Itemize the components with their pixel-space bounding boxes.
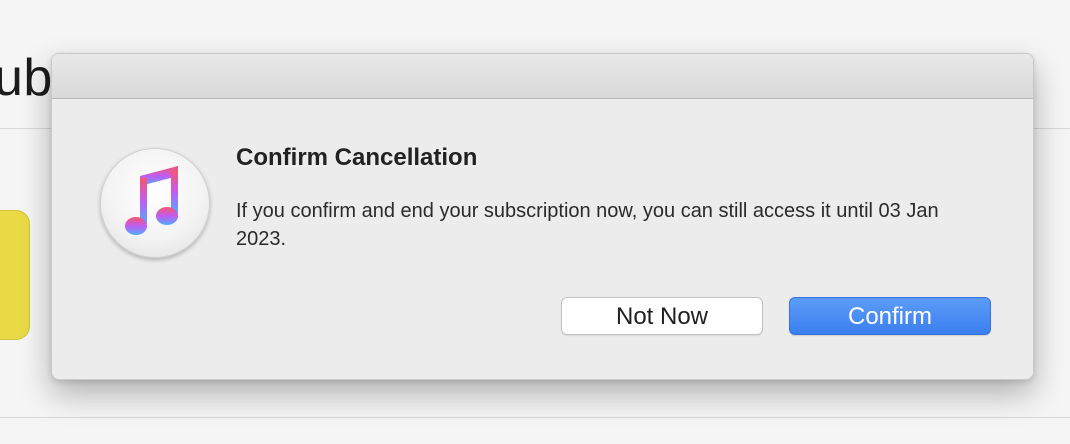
background-divider bbox=[0, 417, 1070, 418]
dialog-message: If you confirm and end your subscription… bbox=[236, 200, 939, 250]
background-subscription-card[interactable] bbox=[0, 210, 30, 340]
not-now-button[interactable]: Not Now bbox=[561, 297, 763, 335]
apple-music-icon bbox=[100, 148, 210, 258]
background-page-title: ub bbox=[0, 49, 53, 107]
confirm-cancellation-dialog: Confirm Cancellation If you confirm and … bbox=[51, 53, 1034, 380]
music-note-icon bbox=[125, 166, 178, 235]
dialog-titlebar bbox=[52, 54, 1033, 99]
confirm-button[interactable]: Confirm bbox=[789, 297, 991, 335]
dialog-title: Confirm Cancellation bbox=[236, 144, 478, 171]
